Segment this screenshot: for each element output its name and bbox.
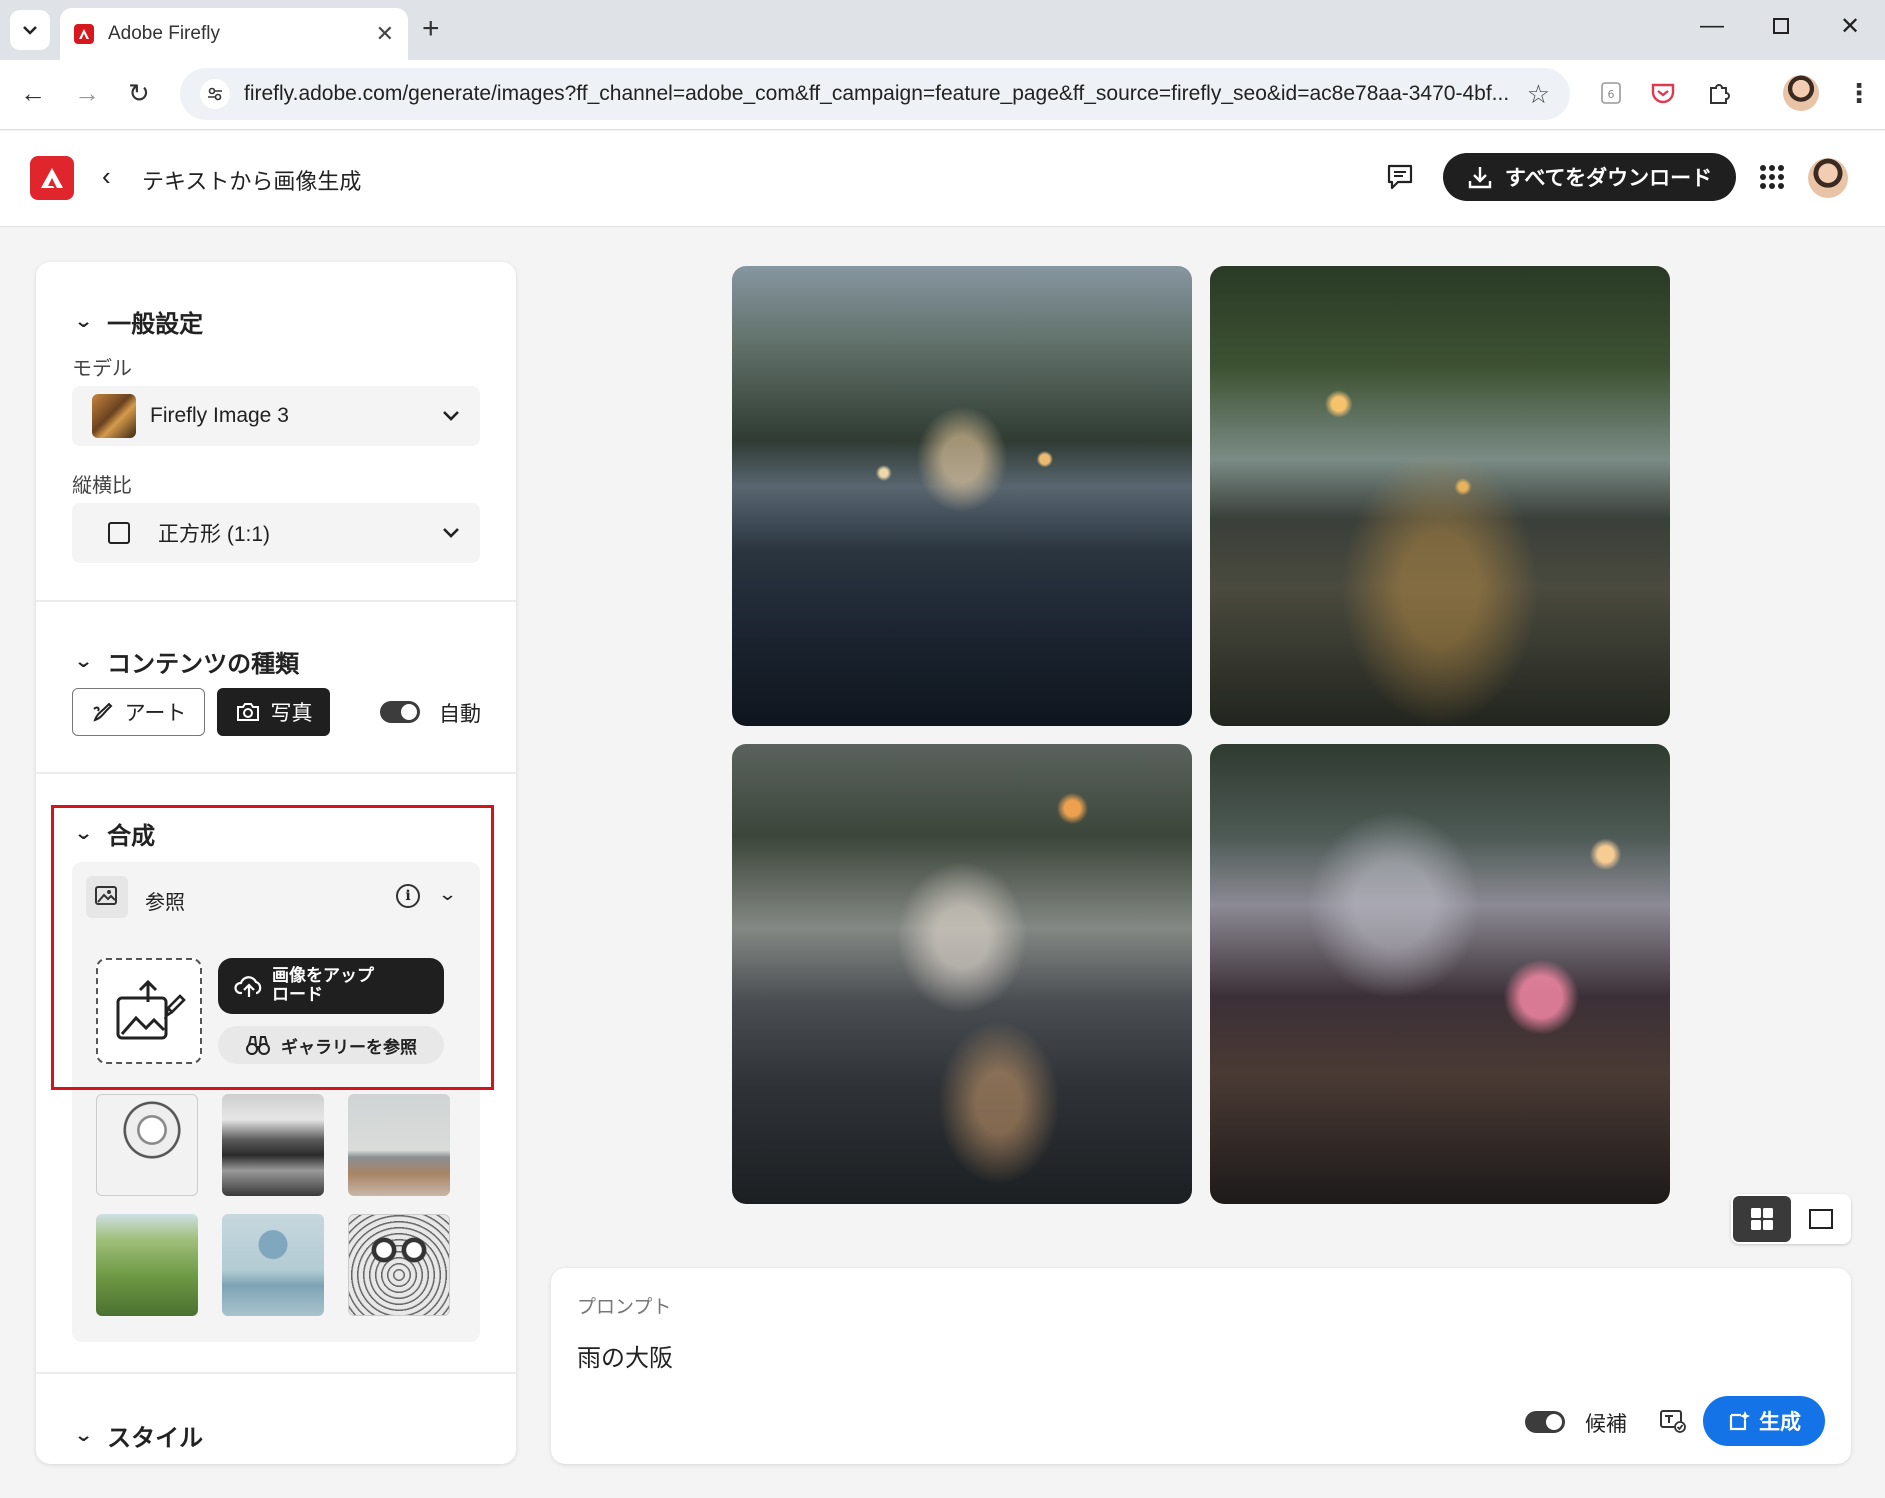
grid-view-icon [1751, 1208, 1773, 1230]
site-settings-icon[interactable] [200, 79, 230, 109]
app-switcher-grid-icon[interactable] [1758, 163, 1786, 191]
auto-toggle[interactable] [380, 701, 420, 723]
pocket-icon[interactable] [1646, 76, 1680, 110]
general-settings-header[interactable]: ⌄ 一般設定 [73, 304, 204, 339]
style-header[interactable]: ⌄ スタイル [73, 1418, 204, 1453]
general-settings-title: 一般設定 [107, 311, 204, 338]
chevron-down-icon: ⌄ [73, 651, 94, 671]
generated-image-1[interactable] [732, 266, 1192, 726]
tab-search-button[interactable] [10, 10, 50, 50]
section-divider [36, 1372, 516, 1374]
style-title: スタイル [107, 1425, 204, 1452]
download-icon [1468, 167, 1492, 189]
model-label: モデル [72, 358, 132, 380]
browser-tab-strip: Adobe Firefly ✕ + — ✕ [0, 0, 1885, 60]
chevron-down-icon [443, 411, 459, 421]
extension-badge: 6 [1608, 88, 1615, 101]
art-brush-icon [92, 702, 113, 722]
url-text: firefly.adobe.com/generate/images?ff_cha… [244, 82, 1510, 105]
single-view-button[interactable] [1793, 1196, 1849, 1242]
adobe-logo-icon[interactable] [30, 156, 74, 200]
content-type-title: コンテンツの種類 [107, 651, 300, 678]
gallery-thumb-owl-sketch[interactable] [348, 1214, 450, 1316]
view-mode-toggle [1731, 1194, 1851, 1244]
photo-type-button[interactable]: 写真 [217, 688, 330, 736]
prompt-check-icon[interactable] [1659, 1408, 1687, 1434]
tab-close-icon[interactable]: ✕ [376, 21, 394, 47]
adobe-favicon-icon [74, 24, 94, 44]
gallery-thumb-sphere-cube[interactable] [222, 1214, 324, 1316]
user-avatar[interactable] [1808, 158, 1848, 198]
chevron-down-icon: ⌄ [73, 311, 94, 331]
browser-tab-active[interactable]: Adobe Firefly ✕ [60, 8, 408, 60]
chevron-down-icon [23, 26, 37, 35]
close-window-icon[interactable]: ✕ [1840, 12, 1860, 41]
model-value: Firefly Image 3 [150, 404, 289, 427]
minimize-icon[interactable]: — [1700, 12, 1724, 40]
bookmark-star-icon[interactable]: ☆ [1527, 79, 1550, 110]
model-thumbnail [92, 394, 136, 438]
feedback-icon[interactable] [1384, 161, 1416, 193]
generated-image-4[interactable] [1210, 744, 1670, 1204]
download-all-label: すべてをダウンロード [1504, 167, 1713, 190]
suggestion-label: 候補 [1585, 1413, 1627, 1436]
section-divider [36, 772, 516, 774]
extensions-puzzle-icon[interactable] [1702, 76, 1736, 110]
generate-label: 生成 [1759, 1411, 1801, 1434]
back-chevron-icon[interactable]: ‹ [102, 161, 111, 192]
tab-title: Adobe Firefly [108, 23, 220, 44]
generate-sparkle-icon [1729, 1411, 1750, 1431]
chevron-down-icon: ⌄ [73, 1425, 94, 1445]
gallery-thumb-living-room[interactable] [348, 1094, 450, 1196]
browser-toolbar: ← → ↻ firefly.adobe.com/generate/images?… [0, 60, 1885, 130]
art-type-button[interactable]: アート [72, 688, 205, 736]
prompt-card: プロンプト 雨の大阪 候補 生成 [551, 1268, 1851, 1464]
aspect-ratio-select[interactable]: 正方形 (1:1) [72, 503, 480, 563]
browser-profile-avatar[interactable] [1783, 75, 1819, 111]
content-type-header[interactable]: ⌄ コンテンツの種類 [73, 644, 300, 679]
composition-highlight-box [51, 805, 494, 1090]
aspect-ratio-value: 正方形 (1:1) [158, 523, 271, 546]
section-divider [36, 600, 516, 602]
chevron-down-icon [443, 528, 459, 538]
photo-label: 写真 [270, 702, 313, 725]
app-header: ‹ テキストから画像生成 すべてをダウンロード [0, 131, 1885, 227]
model-select[interactable]: Firefly Image 3 [72, 386, 480, 446]
browser-menu-icon[interactable]: ⋮ [1846, 78, 1872, 109]
back-arrow-icon[interactable]: ← [20, 78, 46, 109]
forward-arrow-icon[interactable]: → [74, 78, 100, 109]
aspect-ratio-label: 縦横比 [72, 475, 132, 497]
art-label: アート [124, 702, 187, 725]
gallery-thumb-bird-sketch[interactable] [96, 1094, 198, 1196]
new-tab-icon[interactable]: + [422, 12, 440, 46]
auto-label: 自動 [439, 703, 481, 726]
maximize-icon[interactable] [1772, 14, 1790, 42]
generated-image-2[interactable] [1210, 266, 1670, 726]
page-title: テキストから画像生成 [142, 169, 362, 194]
gallery-thumb-road-field[interactable] [96, 1214, 198, 1316]
prompt-label: プロンプト [577, 1297, 672, 1318]
reload-icon[interactable]: ↻ [128, 78, 150, 109]
camera-icon [236, 703, 259, 721]
suggestion-toggle[interactable] [1525, 1411, 1565, 1433]
address-bar[interactable]: firefly.adobe.com/generate/images?ff_cha… [180, 68, 1570, 120]
grid-view-button[interactable] [1733, 1196, 1791, 1242]
gallery-thumb-mountain-river[interactable] [222, 1094, 324, 1196]
prompt-input[interactable]: 雨の大阪 [577, 1338, 673, 1373]
single-view-icon [1809, 1209, 1833, 1229]
square-aspect-icon [108, 522, 130, 544]
generate-button[interactable]: 生成 [1703, 1396, 1825, 1446]
extension-counter-icon[interactable]: 6 [1594, 76, 1628, 110]
generated-image-3[interactable] [732, 744, 1192, 1204]
download-all-button[interactable]: すべてをダウンロード [1443, 153, 1736, 201]
